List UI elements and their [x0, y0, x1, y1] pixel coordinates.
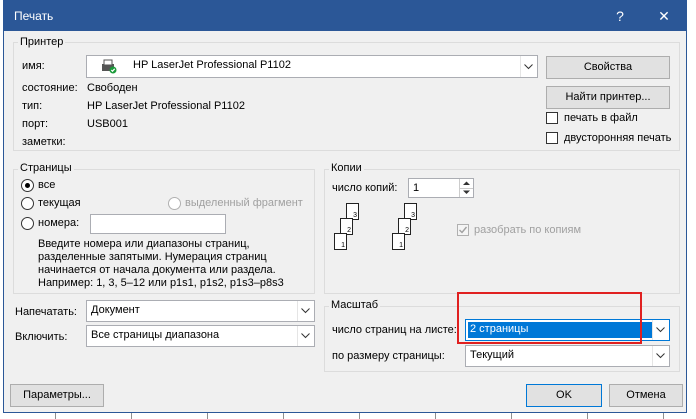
- type-value: HP LaserJet Professional P1102: [87, 100, 245, 112]
- printer-group-title: Принтер: [18, 36, 66, 48]
- include-value: Все страницы диапазона: [91, 329, 220, 341]
- uncollated-pages-icon: 3 2 1: [330, 203, 375, 258]
- pages-current-radio[interactable]: [21, 197, 34, 210]
- scale-to-paper-label: по размеру страницы:: [332, 350, 445, 362]
- copies-group-title: Копии: [329, 162, 364, 174]
- notes-label: заметки:: [22, 136, 66, 148]
- print-to-file-label[interactable]: печать в файл: [564, 112, 638, 124]
- pages-hint-line: начинается от начала документа или разде…: [38, 264, 276, 276]
- chevron-down-icon[interactable]: [297, 301, 314, 321]
- type-label: тип:: [22, 100, 43, 112]
- printer-icon: [101, 59, 117, 74]
- pages-all-label[interactable]: все: [38, 179, 55, 191]
- duplex-checkbox[interactable]: [546, 132, 558, 144]
- help-button[interactable]: ?: [600, 3, 640, 29]
- find-printer-button[interactable]: Найти принтер...: [546, 86, 670, 109]
- spin-down-icon[interactable]: [459, 188, 473, 197]
- pages-per-sheet-label: число страниц на листе:: [332, 324, 457, 336]
- print-what-value: Документ: [91, 304, 140, 316]
- pages-hint-line: Введите номера или диапазоны страниц,: [38, 238, 250, 250]
- ok-button[interactable]: OK: [526, 384, 602, 407]
- print-dialog: Печать ? ✕ Принтер имя: HP LaserJet Prof…: [3, 0, 687, 413]
- printer-name-value: HP LaserJet Professional P1102: [133, 59, 291, 71]
- collated-pages-icon: 3 2 1: [388, 203, 433, 258]
- status-label: состояние:: [22, 82, 78, 94]
- printer-name-label: имя:: [22, 60, 45, 72]
- window-title: Печать: [14, 9, 54, 23]
- chevron-down-icon[interactable]: [652, 346, 669, 366]
- copies-count-value: 1: [413, 182, 420, 194]
- pages-hint-line: разделенные запятыми. Нумерация страниц: [38, 251, 267, 263]
- pages-all-radio[interactable]: [21, 179, 34, 192]
- chevron-down-icon[interactable]: [520, 56, 537, 77]
- chevron-down-icon[interactable]: [297, 326, 314, 346]
- scale-to-paper-select[interactable]: Текущий: [465, 345, 670, 367]
- print-what-select[interactable]: Документ: [86, 300, 315, 322]
- chevron-down-icon[interactable]: [652, 320, 669, 340]
- close-button[interactable]: ✕: [644, 3, 684, 29]
- include-label: Включить:: [15, 331, 68, 343]
- cancel-button[interactable]: Отмена: [609, 384, 683, 407]
- page-numbers-input[interactable]: [90, 214, 226, 234]
- pages-hint-line: Например: 1, 3, 5–12 или p1s1, p1s2, p1s…: [38, 277, 284, 289]
- port-label: порт:: [22, 118, 49, 130]
- annotation-highlight-box: [457, 292, 642, 344]
- pages-selection-radio[interactable]: [168, 197, 181, 210]
- copies-count-spinner[interactable]: 1: [408, 178, 474, 198]
- properties-button[interactable]: Свойства: [546, 56, 670, 79]
- pages-selection-label[interactable]: выделенный фрагмент: [185, 197, 303, 209]
- pages-numbers-label[interactable]: номера:: [38, 217, 79, 229]
- pages-numbers-radio[interactable]: [21, 217, 34, 230]
- printer-name-select[interactable]: HP LaserJet Professional P1102: [86, 55, 538, 78]
- collate-checkbox[interactable]: [457, 224, 469, 236]
- print-to-file-checkbox[interactable]: [546, 112, 558, 124]
- status-value: Свободен: [87, 82, 138, 94]
- zoom-group-title: Масштаб: [329, 299, 381, 311]
- include-select[interactable]: Все страницы диапазона: [86, 325, 315, 347]
- pages-current-label[interactable]: текущая: [38, 197, 81, 209]
- port-value: USB001: [87, 118, 128, 130]
- duplex-label[interactable]: двусторонняя печать: [564, 132, 671, 144]
- scale-to-paper-value: Текущий: [470, 349, 514, 361]
- pages-group-title: Страницы: [18, 162, 74, 174]
- title-bar[interactable]: Печать ? ✕: [4, 1, 686, 31]
- collate-label[interactable]: разобрать по копиям: [474, 224, 581, 236]
- print-what-label: Напечатать:: [15, 306, 77, 318]
- copies-count-label: число копий:: [332, 182, 398, 194]
- options-button[interactable]: Параметры...: [10, 384, 104, 407]
